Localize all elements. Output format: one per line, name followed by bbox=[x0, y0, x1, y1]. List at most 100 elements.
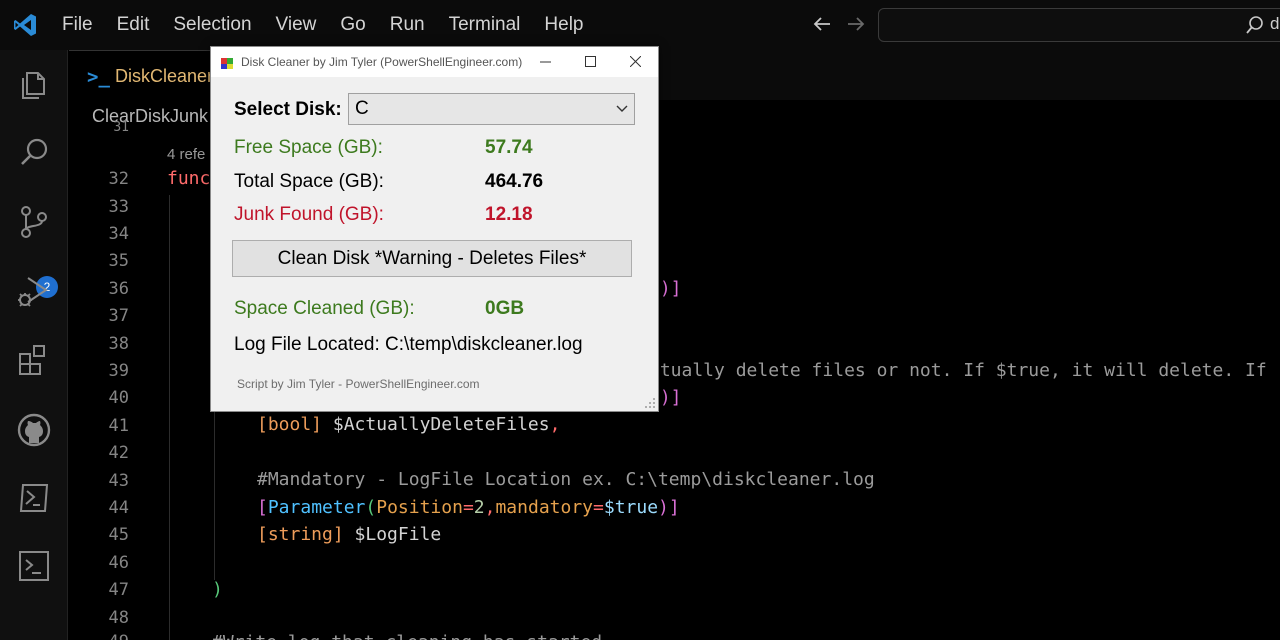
menu-bar: File Edit Selection View Go Run Terminal… bbox=[62, 0, 608, 50]
source-control-icon[interactable] bbox=[14, 202, 54, 242]
code-token: [string] bbox=[257, 524, 344, 545]
code-line-45: [string] $LogFile bbox=[257, 524, 441, 545]
line-number: 31 bbox=[113, 120, 129, 135]
tab-diskcleaner[interactable]: >_ DiskCleaner bbox=[69, 50, 214, 100]
extensions-icon[interactable] bbox=[14, 340, 54, 380]
line-number: 42 bbox=[108, 443, 129, 463]
tab-label: DiskCleaner bbox=[115, 66, 214, 86]
menu-terminal[interactable]: Terminal bbox=[449, 14, 521, 36]
close-icon bbox=[630, 56, 641, 67]
menu-selection[interactable]: Selection bbox=[173, 14, 251, 36]
footer-credit: Script by Jim Tyler - PowerShellEngineer… bbox=[237, 377, 480, 391]
code-line-47: ) bbox=[212, 579, 223, 600]
activity-bar: 2 bbox=[0, 50, 68, 640]
junk-found-label: Junk Found (GB): bbox=[234, 204, 384, 225]
command-center-search[interactable] bbox=[878, 8, 1280, 42]
maximize-button[interactable] bbox=[568, 47, 613, 77]
search-icon[interactable] bbox=[14, 132, 54, 172]
minimize-button[interactable] bbox=[523, 47, 568, 77]
line-number: 49 bbox=[69, 632, 129, 640]
forward-arrow-icon[interactable] bbox=[846, 12, 866, 36]
terminal-icon[interactable] bbox=[14, 546, 54, 586]
menu-view[interactable]: View bbox=[276, 14, 317, 36]
line-number: 32 bbox=[108, 169, 129, 189]
code-token: $true bbox=[603, 497, 659, 518]
code-token: [ bbox=[257, 497, 268, 518]
line-number: 39 bbox=[108, 361, 129, 381]
minimize-icon bbox=[540, 61, 551, 63]
code-token: = bbox=[593, 497, 604, 518]
navigation-arrows bbox=[812, 12, 866, 36]
code-line-39-tail: ctually delete files or not. If $true, i… bbox=[649, 360, 1267, 381]
disk-cleaner-window: Disk Cleaner by Jim Tyler (PowerShellEng… bbox=[210, 46, 659, 412]
window-title-bar[interactable]: Disk Cleaner by Jim Tyler (PowerShellEng… bbox=[211, 47, 658, 77]
code-token: = bbox=[462, 497, 474, 518]
run-debug-icon[interactable] bbox=[14, 272, 54, 312]
vscode-logo-icon bbox=[14, 14, 36, 36]
line-number: 46 bbox=[108, 553, 129, 573]
line-number: 37 bbox=[108, 306, 129, 326]
close-button[interactable] bbox=[613, 47, 658, 77]
back-arrow-icon[interactable] bbox=[812, 12, 832, 36]
log-file-label: Log File Located: C:\temp\diskcleaner.lo… bbox=[234, 334, 583, 355]
line-number: 44 bbox=[108, 498, 129, 518]
app-icon bbox=[221, 58, 233, 69]
line-number: 45 bbox=[108, 525, 129, 545]
code-token: Position bbox=[376, 497, 463, 518]
line-number: 36 bbox=[108, 279, 129, 299]
line-number: 35 bbox=[108, 251, 129, 271]
code-token: )] bbox=[659, 387, 682, 408]
code-line-41: [bool] $ActuallyDeleteFiles, bbox=[257, 414, 560, 435]
menu-edit[interactable]: Edit bbox=[117, 14, 150, 36]
disk-select-dropdown[interactable]: C bbox=[348, 93, 635, 125]
line-number: 38 bbox=[108, 334, 129, 354]
powershell-file-icon: >_ bbox=[87, 66, 110, 88]
line-number: 40 bbox=[108, 388, 129, 408]
free-space-label: Free Space (GB): bbox=[234, 137, 383, 158]
menu-help[interactable]: Help bbox=[544, 14, 583, 36]
line-number: 33 bbox=[108, 197, 129, 217]
title-bar: File Edit Selection View Go Run Terminal… bbox=[0, 0, 1280, 50]
free-space-value: 57.74 bbox=[485, 137, 533, 158]
menu-go[interactable]: Go bbox=[340, 14, 365, 36]
line-number: 34 bbox=[108, 224, 129, 244]
junk-found-value: 12.18 bbox=[485, 204, 533, 225]
code-token: , bbox=[549, 414, 561, 435]
line-number: 48 bbox=[108, 608, 129, 628]
code-token: )] bbox=[658, 497, 680, 518]
window-title: Disk Cleaner by Jim Tyler (PowerShellEng… bbox=[241, 55, 523, 69]
maximize-icon bbox=[585, 56, 596, 67]
code-line-43: #Mandatory - LogFile Location ex. C:\tem… bbox=[257, 469, 875, 490]
select-disk-label: Select Disk: bbox=[234, 99, 342, 120]
code-line-32: func bbox=[167, 168, 211, 189]
code-token: ( bbox=[365, 497, 377, 518]
menu-run[interactable]: Run bbox=[390, 14, 425, 36]
github-icon[interactable] bbox=[14, 410, 54, 450]
code-token: [bool] bbox=[257, 414, 323, 435]
line-number: 43 bbox=[108, 471, 129, 491]
code-token: $ActuallyDeleteFiles bbox=[322, 414, 550, 435]
clean-disk-button[interactable]: Clean Disk *Warning - Deletes Files* bbox=[232, 240, 632, 277]
total-space-value: 464.76 bbox=[485, 171, 544, 192]
menu-file[interactable]: File bbox=[62, 14, 93, 36]
search-icon bbox=[1246, 16, 1263, 34]
code-token: Parameter bbox=[267, 497, 366, 518]
resize-grip-icon[interactable] bbox=[644, 397, 656, 409]
space-cleaned-value: 0GB bbox=[485, 298, 525, 319]
selected-disk-value: C bbox=[355, 98, 369, 119]
command-center-text: d bbox=[1270, 14, 1280, 33]
total-space-label: Total Space (GB): bbox=[234, 171, 384, 192]
chevron-down-icon bbox=[616, 105, 628, 112]
codelens-references[interactable]: 4 refe bbox=[167, 146, 205, 163]
code-line-44: [Parameter(Position=2,mandatory=$true)] bbox=[257, 497, 680, 518]
space-cleaned-label: Space Cleaned (GB): bbox=[234, 298, 415, 319]
code-token: mandatory bbox=[495, 497, 594, 518]
code-token: )] bbox=[659, 278, 682, 299]
code-line-49: #Write log that cleaning has started bbox=[212, 632, 602, 640]
line-number: 47 bbox=[108, 580, 129, 600]
code-token: $LogFile bbox=[343, 524, 442, 545]
powershell-icon[interactable] bbox=[14, 478, 54, 518]
explorer-icon[interactable] bbox=[14, 64, 54, 104]
code-token: 2 bbox=[473, 497, 485, 518]
code-token: , bbox=[484, 497, 496, 518]
